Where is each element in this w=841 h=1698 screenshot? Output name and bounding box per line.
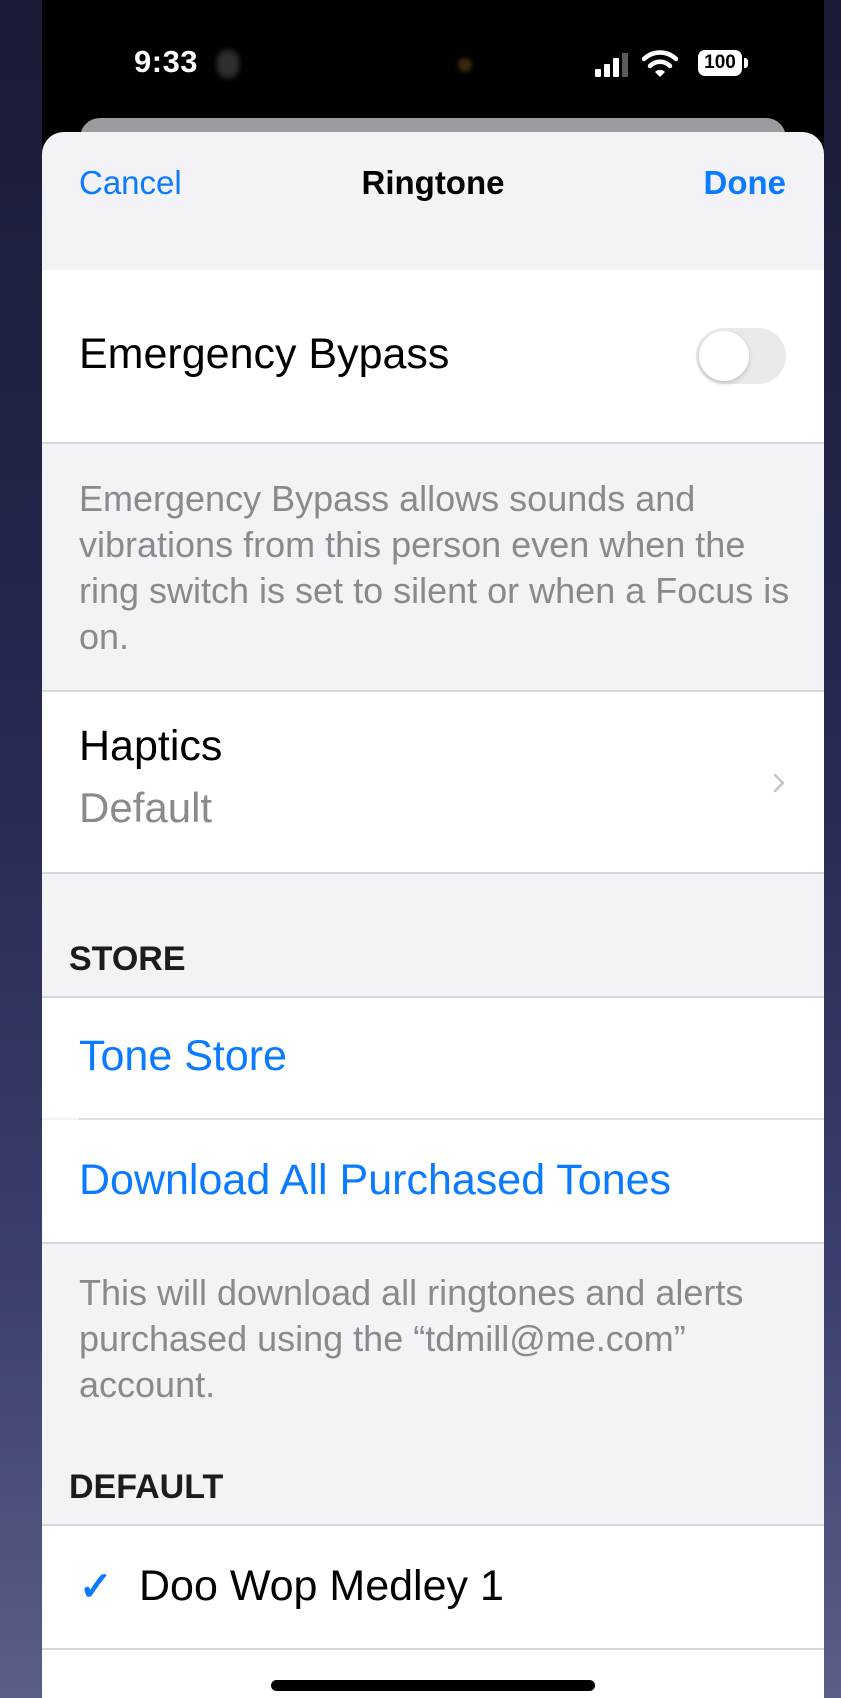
phone-screen: 9:33 100 Cancel Ringtone Done Emergency …	[42, 0, 824, 1698]
tone-row[interactable]: ✓ Doo Wop Medley 1	[42, 1526, 824, 1648]
navigation-bar: Cancel Ringtone Done	[42, 132, 824, 252]
emergency-bypass-toggle[interactable]	[696, 328, 786, 384]
default-section-header: DEFAULT	[69, 1468, 224, 1506]
download-all-purchased-tones-link[interactable]: Download All Purchased Tones	[79, 1156, 671, 1205]
tone-store-row[interactable]: Tone Store	[42, 998, 824, 1118]
emergency-bypass-label: Emergency Bypass	[79, 330, 450, 378]
signal-icon	[595, 53, 628, 77]
emergency-bypass-row: Emergency Bypass	[42, 270, 824, 442]
store-section-header: STORE	[69, 940, 186, 978]
camera-indicator-icon	[458, 58, 472, 72]
store-footer: This will download all ringtones and ale…	[79, 1272, 744, 1405]
status-time: 9:33	[134, 44, 199, 79]
tone-name: Doo Wop Medley 1	[139, 1562, 504, 1610]
location-indicator-icon	[217, 50, 239, 78]
battery-cap	[744, 58, 748, 68]
emergency-bypass-footer: Emergency Bypass allows sounds and vibra…	[79, 478, 790, 657]
done-button[interactable]: Done	[704, 164, 787, 202]
tone-store-link[interactable]: Tone Store	[79, 1032, 287, 1081]
download-tones-row[interactable]: Download All Purchased Tones	[42, 1120, 824, 1242]
home-indicator[interactable]	[271, 1680, 595, 1691]
checkmark-icon: ✓	[79, 1565, 113, 1609]
wifi-icon	[642, 50, 678, 77]
ringtone-sheet: Cancel Ringtone Done Emergency Bypass Em…	[42, 132, 824, 1698]
haptics-value: Default	[79, 784, 213, 831]
divider	[42, 872, 824, 874]
divider	[42, 442, 824, 444]
battery-icon: 100	[698, 50, 742, 76]
haptics-row[interactable]: Haptics Default	[42, 692, 824, 872]
divider	[42, 1242, 824, 1244]
status-bar: 9:33 100	[42, 0, 824, 130]
chevron-right-icon	[773, 773, 785, 793]
haptics-label: Haptics	[79, 722, 223, 770]
toggle-knob	[699, 331, 749, 381]
